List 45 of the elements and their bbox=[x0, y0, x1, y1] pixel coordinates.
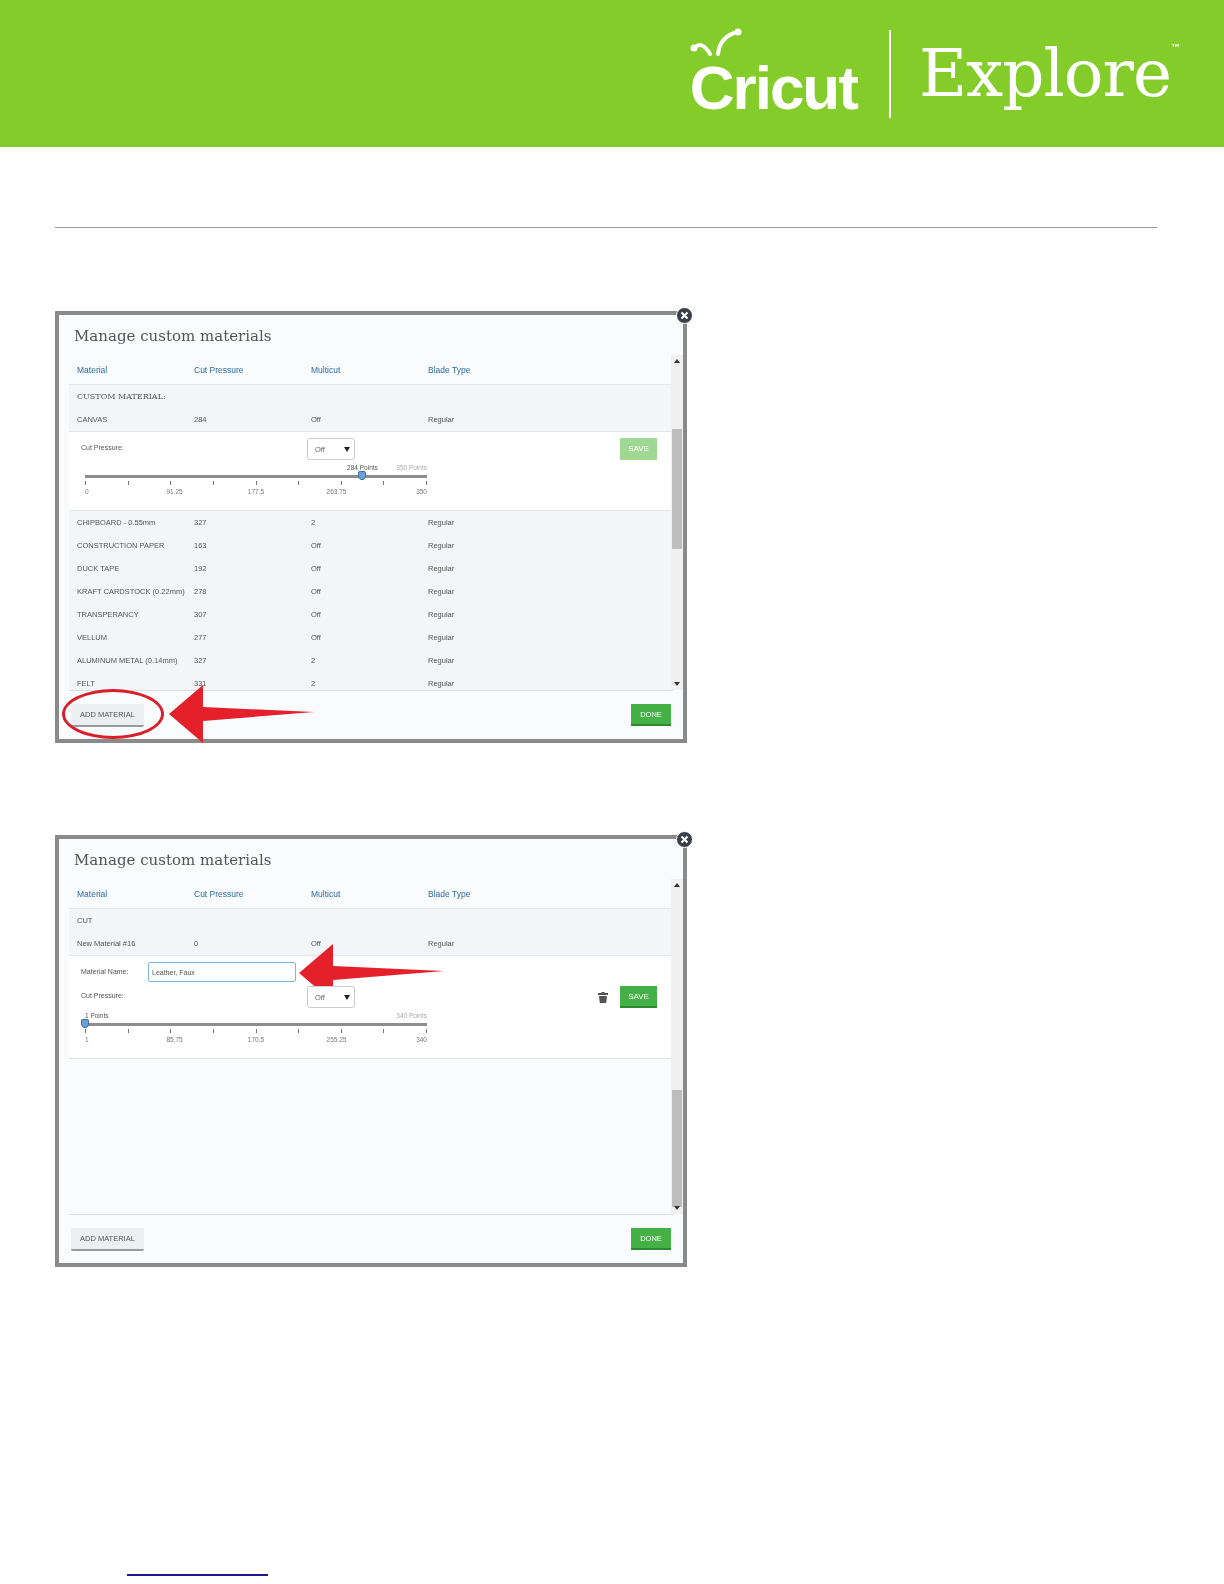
tick-mark bbox=[383, 481, 385, 485]
scrollbar[interactable] bbox=[671, 355, 683, 690]
tick-mark bbox=[340, 481, 342, 485]
slider-handle[interactable] bbox=[81, 1019, 89, 1028]
tick-mark bbox=[298, 1029, 300, 1033]
scroll-down-icon[interactable] bbox=[674, 682, 680, 686]
column-header[interactable]: Cut Pressure bbox=[194, 364, 311, 375]
tick-mark bbox=[383, 1029, 385, 1033]
close-icon[interactable] bbox=[676, 307, 693, 324]
tick-mark bbox=[255, 1029, 257, 1033]
column-header[interactable]: Multicut bbox=[311, 364, 428, 375]
tick-mark bbox=[212, 481, 214, 485]
column-header[interactable]: Cut Pressure bbox=[194, 888, 311, 899]
tick-mark bbox=[127, 481, 129, 485]
trash-icon[interactable] bbox=[598, 992, 608, 1003]
column-header[interactable]: Multicut bbox=[311, 888, 428, 899]
scrollbar[interactable] bbox=[671, 879, 683, 1214]
tick-mark bbox=[127, 1029, 129, 1033]
tick-mark bbox=[85, 481, 86, 485]
scroll-up-icon[interactable] bbox=[674, 359, 680, 363]
caret-icon bbox=[344, 994, 350, 1000]
slider-handle[interactable] bbox=[358, 471, 366, 480]
tick-mark bbox=[426, 1029, 427, 1033]
tick-mark bbox=[212, 1029, 214, 1033]
caret-icon bbox=[344, 446, 350, 452]
product-name: Explore bbox=[918, 35, 1171, 112]
trademark: ™ bbox=[1171, 42, 1180, 52]
tick-mark bbox=[85, 1029, 86, 1033]
scroll-down-icon[interactable] bbox=[674, 1206, 680, 1210]
column-header[interactable]: Material bbox=[77, 888, 194, 899]
section-label: CUSTOM MATERIAL: bbox=[77, 392, 167, 401]
column-header[interactable]: Blade Type bbox=[428, 364, 545, 375]
tick-mark bbox=[255, 481, 257, 485]
tick-mark bbox=[170, 481, 172, 485]
column-header[interactable]: Blade Type bbox=[428, 888, 545, 899]
brand-name: Cricut bbox=[689, 63, 857, 112]
tick-mark bbox=[298, 481, 300, 485]
dialog-title: Manage custom materials bbox=[73, 326, 273, 347]
column-header[interactable]: Material bbox=[77, 364, 194, 375]
tick-mark bbox=[340, 1029, 342, 1033]
tick-mark bbox=[426, 481, 427, 485]
tick-mark bbox=[170, 1029, 172, 1033]
scroll-up-icon[interactable] bbox=[674, 883, 680, 887]
close-icon[interactable] bbox=[676, 831, 693, 848]
dialog-title: Manage custom materials bbox=[73, 850, 273, 871]
